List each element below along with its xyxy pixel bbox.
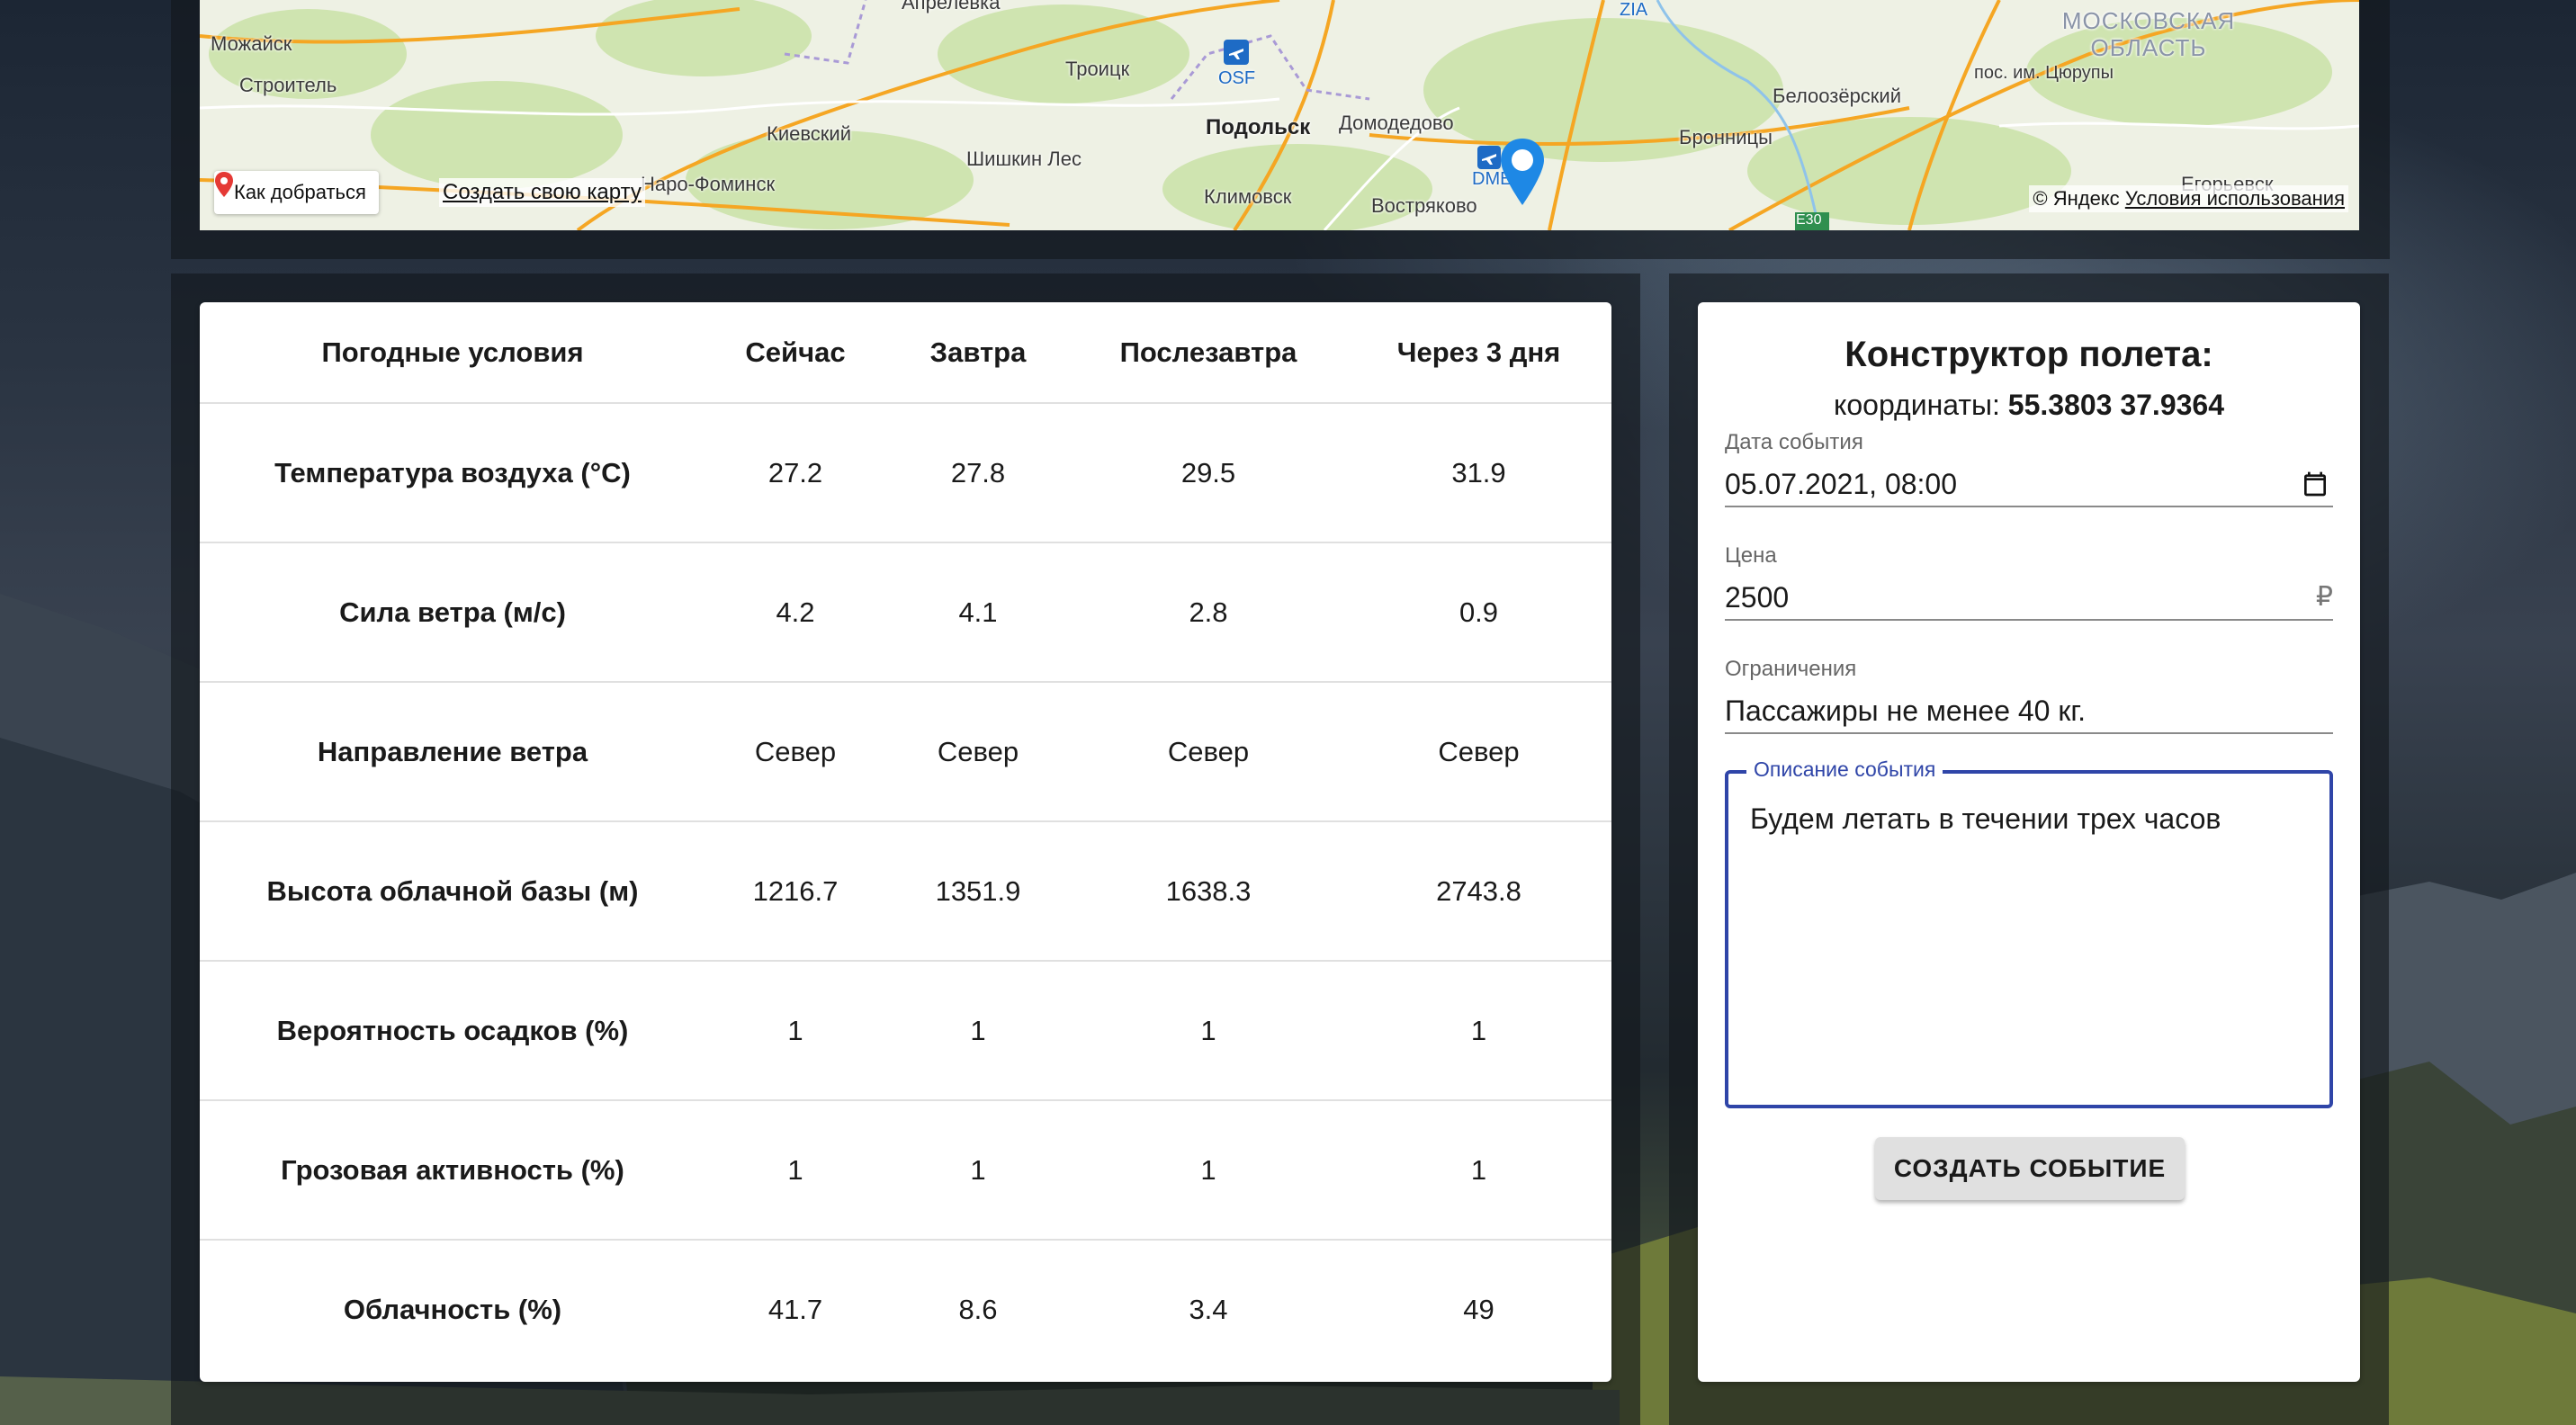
map-region: МОСКОВСКАЯ ОБЛАСТЬ bbox=[2061, 7, 2236, 61]
map-place: Апрелевка bbox=[902, 0, 1001, 13]
table-cell: Север bbox=[1346, 682, 1611, 822]
map-place: Наро-Фоминск bbox=[641, 173, 776, 195]
map-place: Домодедово bbox=[1339, 112, 1454, 134]
limits-input[interactable]: Пассажиры не менее 40 кг. bbox=[1725, 693, 2333, 734]
table-cell: 1 bbox=[885, 1100, 1071, 1241]
form-title: Конструктор полета: bbox=[1844, 335, 2213, 374]
table-row: Вероятность осадков (%) 1 1 1 1 bbox=[200, 961, 1611, 1101]
date-field[interactable]: Дата события 05.07.2021, 08:00 bbox=[1725, 430, 2333, 507]
airport-code: ZIA bbox=[1620, 0, 1648, 20]
map-place: Киевский bbox=[767, 122, 851, 145]
date-field-label: Дата события bbox=[1725, 430, 1863, 454]
map-place: Белоозёрский bbox=[1773, 85, 1902, 107]
map-place: Бронницы bbox=[1679, 126, 1773, 148]
map-place: Подольск bbox=[1206, 115, 1311, 139]
table-cell: 1351.9 bbox=[885, 821, 1071, 962]
price-input-value: 2500 bbox=[1725, 581, 1790, 614]
weather-table-card: Погодные условия Сейчас Завтра Послезавт… bbox=[200, 302, 1611, 1382]
description-label: Описание события bbox=[1746, 757, 1943, 782]
column-header: Сейчас bbox=[705, 302, 885, 404]
table-cell: Север bbox=[1071, 682, 1346, 822]
description-textarea[interactable]: Описание события Будем летать в течении … bbox=[1725, 757, 2333, 1108]
description-value: Будем летать в течении трех часов bbox=[1750, 802, 2221, 835]
limits-field-label: Ограничения bbox=[1725, 657, 1857, 681]
table-cell: 4.1 bbox=[885, 542, 1071, 683]
table-cell: 1 bbox=[1071, 1100, 1346, 1241]
price-field-label: Цена bbox=[1725, 543, 1777, 568]
coordinates-value: 55.3803 37.9364 bbox=[2007, 389, 2224, 421]
table-cell: 1 bbox=[1346, 961, 1611, 1101]
road-number: E30 bbox=[1796, 212, 1822, 228]
price-input[interactable]: 2500 ₽ bbox=[1725, 579, 2333, 621]
copyright-text: © Яндекс bbox=[2033, 187, 2120, 210]
terms-link[interactable]: Условия использования bbox=[2125, 187, 2345, 210]
table-cell: 31.9 bbox=[1346, 403, 1611, 543]
table-cell: 2.8 bbox=[1071, 542, 1346, 683]
table-cell: 1 bbox=[705, 961, 885, 1101]
table-cell: 1216.7 bbox=[705, 821, 885, 962]
row-label: Облачность (%) bbox=[343, 1294, 562, 1325]
table-row: Грозовая активность (%) 1 1 1 1 bbox=[200, 1100, 1611, 1241]
column-header: Завтра bbox=[885, 302, 1071, 404]
table-cell: 1 bbox=[1346, 1100, 1611, 1241]
table-cell: Север bbox=[705, 682, 885, 822]
map-place: Строитель bbox=[239, 74, 337, 96]
create-event-button[interactable]: СОЗДАТЬ СОБЫТИЕ bbox=[1875, 1137, 2185, 1200]
table-row: Направление ветра Север Север Север Севе… bbox=[200, 682, 1611, 822]
airport-code: OSF bbox=[1218, 68, 1256, 88]
table-header-row: Погодные условия Сейчас Завтра Послезавт… bbox=[200, 302, 1611, 404]
table-cell: 2743.8 bbox=[1346, 821, 1611, 962]
table-cell: 1 bbox=[885, 961, 1071, 1101]
table-cell: Север bbox=[885, 682, 1071, 822]
yandex-map[interactable]: Можайск Строитель Апрелевка Троицк OSF К… bbox=[200, 0, 2359, 230]
table-cell: 1 bbox=[1071, 961, 1346, 1101]
table-row: Температура воздуха (°C) 27.2 27.8 29.5 … bbox=[200, 403, 1611, 543]
date-input-value: 05.07.2021, 08:00 bbox=[1725, 468, 1958, 500]
table-row: Сила ветра (м/с) 4.2 4.1 2.8 0.9 bbox=[200, 542, 1611, 683]
currency-symbol: ₽ bbox=[2315, 582, 2333, 612]
route-button[interactable]: Как добраться bbox=[214, 171, 379, 214]
row-label: Направление ветра bbox=[200, 682, 705, 822]
price-field[interactable]: Цена 2500 ₽ bbox=[1725, 543, 2333, 621]
map-place: Востряково bbox=[1371, 194, 1477, 217]
map-place: Климовск bbox=[1204, 185, 1292, 208]
table-cell: 49 bbox=[1463, 1294, 1494, 1325]
map-copyright: © Яндекс Условия использования bbox=[2029, 185, 2348, 212]
date-input[interactable]: 05.07.2021, 08:00 bbox=[1725, 466, 2333, 507]
row-label: Высота облачной базы (м) bbox=[200, 821, 705, 962]
map-place: пос. им. Цюрупы bbox=[1974, 63, 2114, 83]
table-cell: 1 bbox=[705, 1100, 885, 1241]
weather-table: Погодные условия Сейчас Завтра Послезавт… bbox=[200, 302, 1611, 1379]
row-label: Вероятность осадков (%) bbox=[200, 961, 705, 1101]
flight-constructor-card: Конструктор полета: координаты: 55.3803 … bbox=[1698, 302, 2360, 1382]
table-cell: 0.9 bbox=[1346, 542, 1611, 683]
table-cell: 1638.3 bbox=[1071, 821, 1346, 962]
coordinates-label: координаты: bbox=[1834, 389, 2000, 421]
table-cell: 41.7 bbox=[767, 1294, 823, 1325]
table-cell: 29.5 bbox=[1071, 403, 1346, 543]
table-cell: 3.4 bbox=[1189, 1294, 1228, 1325]
table-cell: 4.2 bbox=[705, 542, 885, 683]
coordinates: координаты: 55.3803 37.9364 bbox=[1698, 389, 2360, 422]
column-header: Послезавтра bbox=[1071, 302, 1346, 404]
route-button-label: Как добраться bbox=[234, 181, 366, 203]
row-label: Грозовая активность (%) bbox=[200, 1100, 705, 1241]
limits-input-value: Пассажиры не менее 40 кг. bbox=[1725, 695, 2087, 727]
table-cell: 27.8 bbox=[885, 403, 1071, 543]
map-place: Шишкин Лес bbox=[966, 148, 1082, 170]
limits-field[interactable]: Ограничения Пассажиры не менее 40 кг. bbox=[1725, 657, 2333, 734]
table-cell: 8.6 bbox=[958, 1294, 998, 1325]
map-place: Можайск bbox=[211, 32, 292, 55]
create-map-link[interactable]: Создать свою карту bbox=[439, 178, 645, 207]
column-header: Погодные условия bbox=[200, 302, 705, 404]
column-header: Через 3 дня bbox=[1346, 302, 1611, 404]
map-place: Троицк bbox=[1065, 58, 1130, 80]
table-cell: 27.2 bbox=[705, 403, 885, 543]
row-label: Сила ветра (м/с) bbox=[200, 542, 705, 683]
row-label: Температура воздуха (°C) bbox=[200, 403, 705, 543]
calendar-icon[interactable] bbox=[2301, 470, 2329, 506]
table-row: Облачность (%) 41.7 8.6 3.4 49 bbox=[200, 1240, 1611, 1379]
table-row: Высота облачной базы (м) 1216.7 1351.9 1… bbox=[200, 821, 1611, 962]
